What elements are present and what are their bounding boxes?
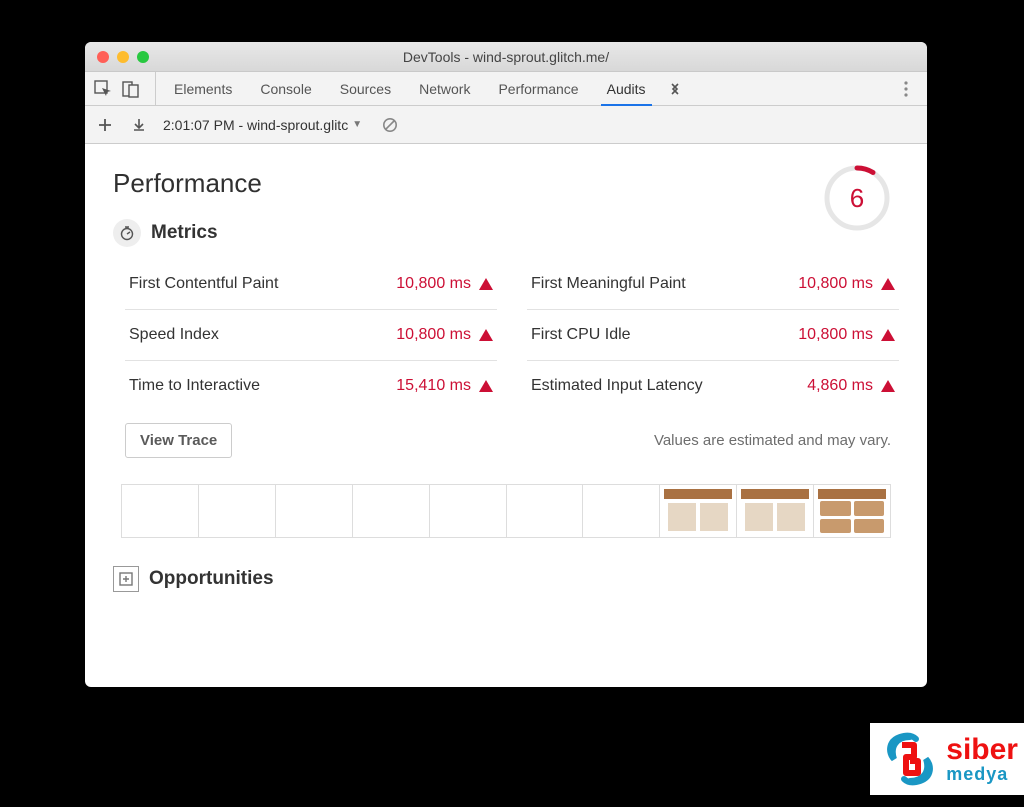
metric-value: 10,800 ms (798, 326, 895, 344)
metric-label: First CPU Idle (531, 326, 631, 344)
tab-performance[interactable]: Performance (484, 72, 592, 105)
branding-text: siber medya (946, 735, 1018, 783)
inspect-element-icon[interactable] (93, 79, 113, 99)
branding-logo: siber medya (870, 723, 1024, 795)
report-selector-label: 2:01:07 PM - wind-sprout.glitc (163, 117, 348, 133)
tab-elements[interactable]: Elements (160, 72, 246, 105)
metric-value: 4,860 ms (807, 377, 895, 395)
metric-value: 15,410 ms (396, 377, 493, 395)
metric-speed-index: Speed Index 10,800 ms (125, 309, 497, 360)
filmstrip-frame (583, 485, 660, 537)
warning-icon (881, 380, 895, 392)
filmstrip-frame (660, 485, 737, 537)
metric-value: 10,800 ms (798, 275, 895, 293)
warning-icon (479, 380, 493, 392)
metrics-col-left: First Contentful Paint 10,800 ms Speed I… (125, 259, 497, 411)
report-selector[interactable]: 2:01:07 PM - wind-sprout.glitc ▼ (163, 117, 362, 133)
tab-audits[interactable]: Audits (593, 72, 660, 105)
audit-report: Performance 6 Metrics First Contentful P… (85, 144, 927, 687)
metric-tti: Time to Interactive 15,410 ms (125, 360, 497, 411)
traffic-lights (85, 51, 149, 63)
metrics-section-head: Metrics (113, 219, 899, 247)
opportunities-title: Opportunities (149, 568, 274, 590)
view-trace-button[interactable]: View Trace (125, 423, 232, 458)
tab-network[interactable]: Network (405, 72, 484, 105)
report-category-title: Performance (113, 168, 899, 199)
metric-value: 10,800 ms (396, 326, 493, 344)
devtools-window: DevTools - wind-sprout.glitch.me/ Elemen… (85, 42, 927, 687)
opportunities-section-head: Opportunities (113, 566, 899, 592)
metrics-footer: View Trace Values are estimated and may … (113, 411, 899, 466)
metric-value: 10,800 ms (396, 275, 493, 293)
metric-label: Time to Interactive (129, 377, 260, 395)
warning-icon (881, 329, 895, 341)
download-report-icon[interactable] (129, 115, 149, 135)
filmstrip-frame (353, 485, 430, 537)
inspect-tools (93, 72, 156, 105)
close-window-icon[interactable] (97, 51, 109, 63)
siber-logo-icon (882, 731, 938, 787)
opportunities-icon (113, 566, 139, 592)
filmstrip-frame (199, 485, 276, 537)
titlebar: DevTools - wind-sprout.glitch.me/ (85, 42, 927, 72)
filmstrip-frame (814, 485, 890, 537)
branding-line2: medya (946, 765, 1018, 783)
audits-toolbar: 2:01:07 PM - wind-sprout.glitc ▼ (85, 106, 927, 144)
chevron-down-icon: ▼ (352, 119, 362, 130)
estimate-note: Values are estimated and may vary. (654, 432, 891, 449)
more-tabs-icon[interactable] (660, 72, 690, 105)
clear-icon[interactable] (380, 115, 400, 135)
metric-label: First Meaningful Paint (531, 275, 686, 293)
metric-label: Speed Index (129, 326, 219, 344)
warning-icon (479, 329, 493, 341)
metric-label: Estimated Input Latency (531, 377, 703, 395)
filmstrip (121, 484, 891, 538)
warning-icon (479, 278, 493, 290)
metric-fcp: First Contentful Paint 10,800 ms (125, 259, 497, 309)
metric-label: First Contentful Paint (129, 275, 278, 293)
tab-sources[interactable]: Sources (326, 72, 405, 105)
warning-icon (881, 278, 895, 290)
branding-line1: siber (946, 735, 1018, 765)
filmstrip-frame (737, 485, 814, 537)
filmstrip-frame (430, 485, 507, 537)
devtools-menu-icon[interactable] (893, 72, 919, 105)
device-toolbar-icon[interactable] (121, 79, 141, 99)
filmstrip-frame (507, 485, 584, 537)
performance-score-gauge: 6 (823, 164, 891, 232)
new-audit-icon[interactable] (95, 115, 115, 135)
metric-fmp: First Meaningful Paint 10,800 ms (527, 259, 899, 309)
filmstrip-frame (122, 485, 199, 537)
metrics-grid: First Contentful Paint 10,800 ms Speed I… (113, 259, 899, 411)
metrics-col-right: First Meaningful Paint 10,800 ms First C… (527, 259, 899, 411)
metric-input-latency: Estimated Input Latency 4,860 ms (527, 360, 899, 411)
metrics-title: Metrics (151, 222, 218, 244)
devtools-tabs: Elements Console Sources Network Perform… (85, 72, 927, 106)
filmstrip-frame (276, 485, 353, 537)
tab-console[interactable]: Console (246, 72, 325, 105)
metric-cpu-idle: First CPU Idle 10,800 ms (527, 309, 899, 360)
minimize-window-icon[interactable] (117, 51, 129, 63)
maximize-window-icon[interactable] (137, 51, 149, 63)
stopwatch-icon (113, 219, 141, 247)
window-title: DevTools - wind-sprout.glitch.me/ (85, 49, 927, 65)
